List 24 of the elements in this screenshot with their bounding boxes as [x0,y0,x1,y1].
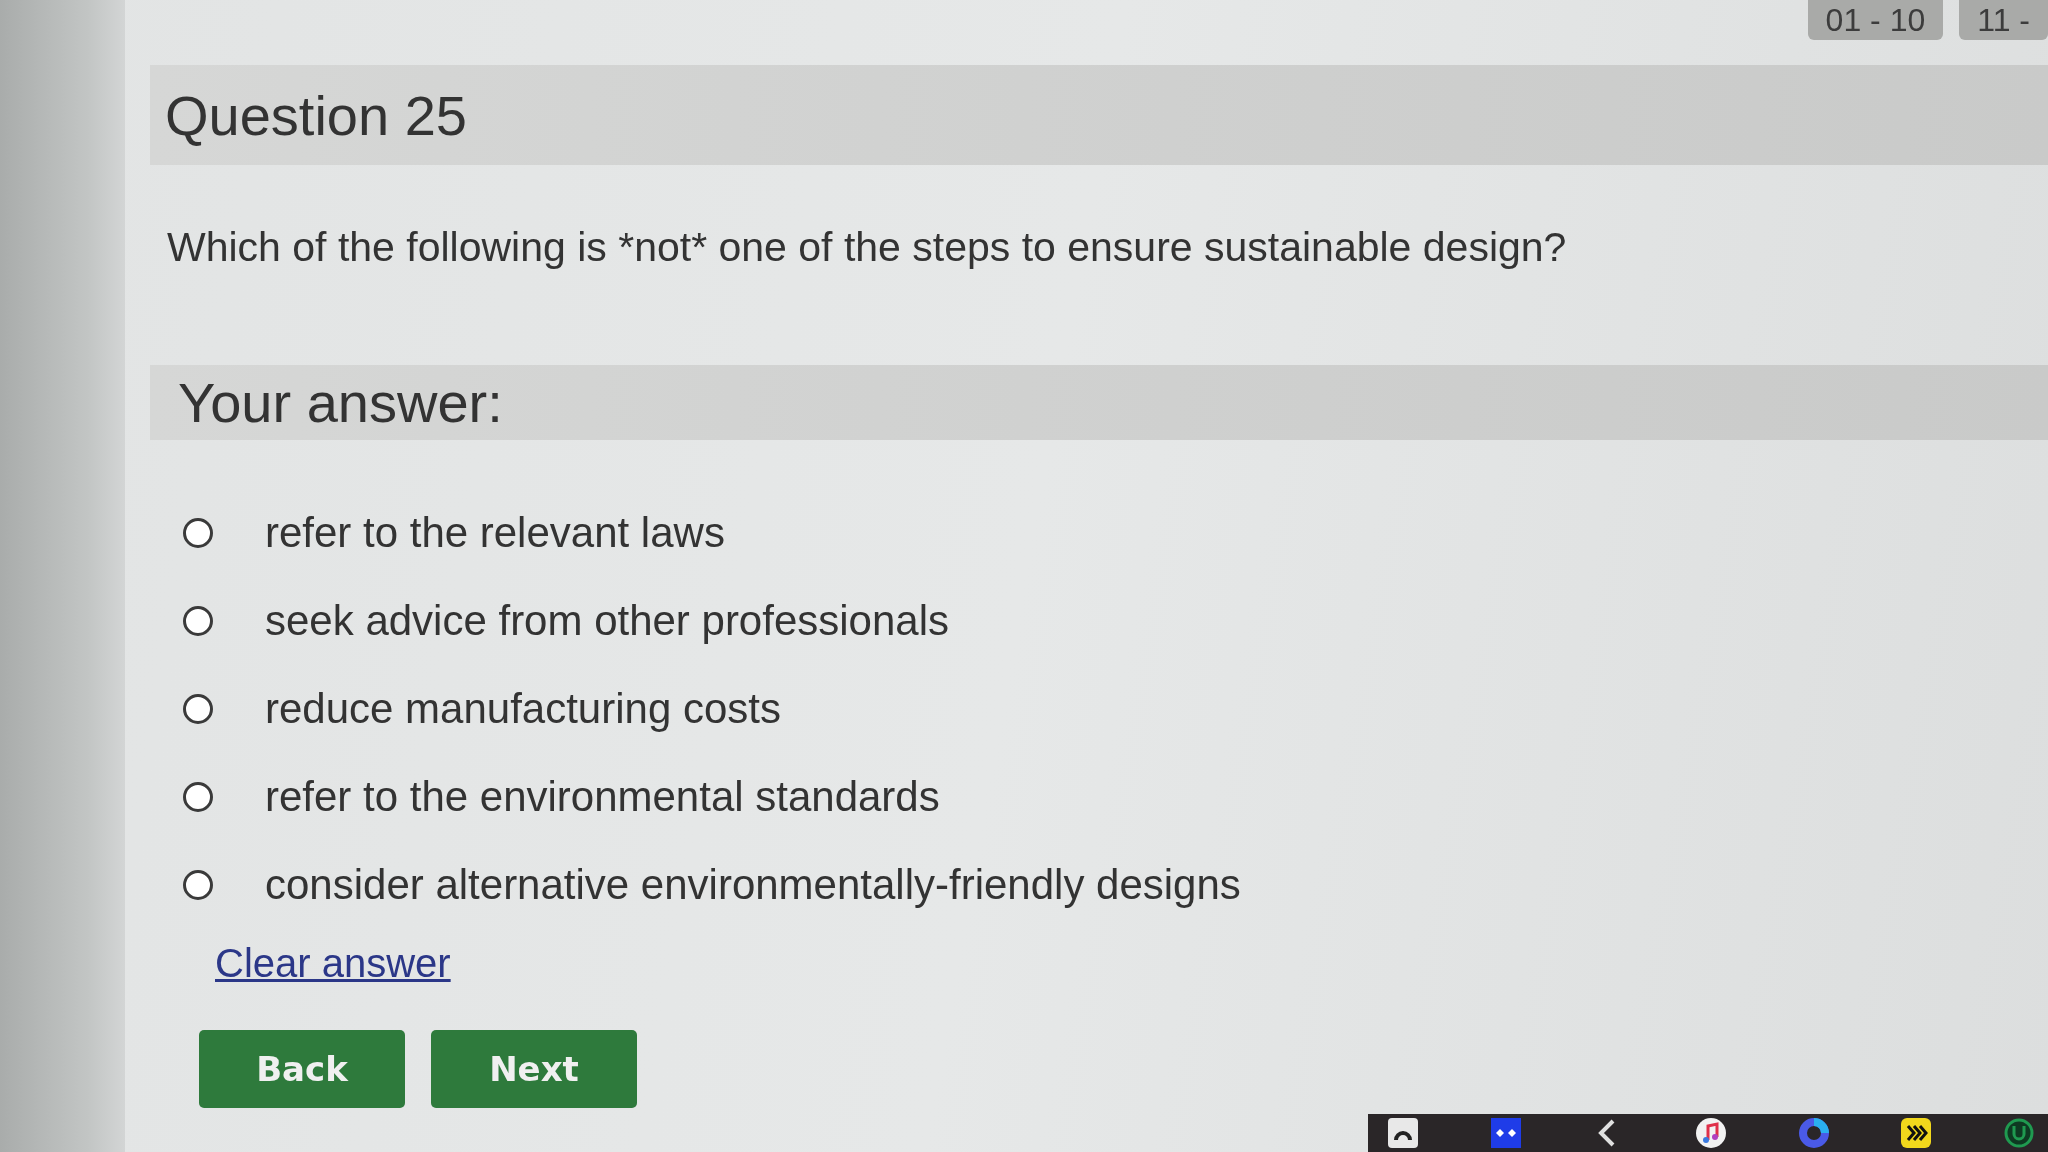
app-tile-icon[interactable] [1388,1118,1418,1148]
answer-heading: Your answer: [178,370,503,435]
clear-answer-link[interactable]: Clear answer [215,941,451,986]
option-label: refer to the environmental standards [265,773,940,821]
question-title: Question 25 [165,82,467,148]
back-button[interactable]: Back [199,1030,405,1108]
page-range-tab[interactable]: 01 - 10 [1807,0,1944,40]
option-label: consider alternative environmentally-friendly designs [265,861,1241,909]
radio-button[interactable] [183,694,213,724]
u-circle-icon[interactable] [2003,1118,2034,1148]
radio-button[interactable] [183,518,213,548]
diamonds-tile-icon[interactable] [1490,1118,1521,1148]
option-label: reduce manufacturing costs [265,685,781,733]
chevrons-tile-icon[interactable] [1901,1118,1932,1148]
music-note-icon[interactable] [1695,1118,1726,1148]
radio-button[interactable] [183,782,213,812]
option-label: refer to the relevant laws [265,509,725,557]
page-range-tab[interactable]: 11 - [1959,0,2048,40]
next-button[interactable]: Next [431,1030,637,1108]
ring-icon[interactable] [1798,1118,1829,1148]
option-label: seek advice from other professionals [265,597,949,645]
question-text: Which of the following is *not* one of the steps to ensure sustainable design? [167,223,1567,271]
radio-button[interactable] [183,870,213,900]
radio-button[interactable] [183,606,213,636]
